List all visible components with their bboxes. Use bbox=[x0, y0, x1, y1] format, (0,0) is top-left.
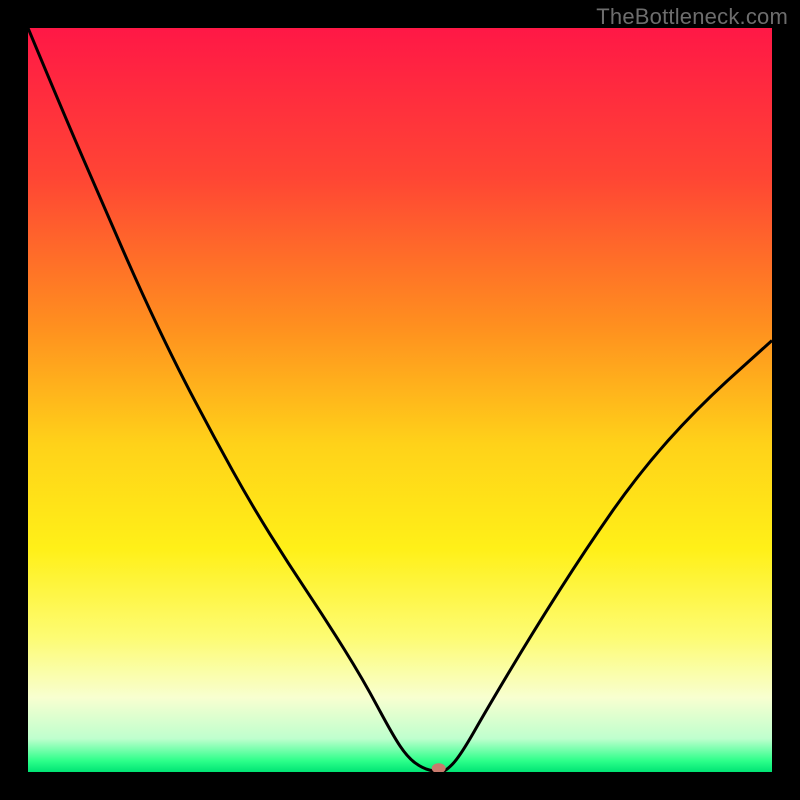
bottleneck-curve bbox=[28, 28, 772, 772]
watermark-label: TheBottleneck.com bbox=[596, 4, 788, 30]
optimal-point-marker bbox=[432, 763, 446, 772]
chart-frame: TheBottleneck.com bbox=[0, 0, 800, 800]
bottleneck-curve-layer bbox=[28, 28, 772, 772]
plot-area bbox=[28, 28, 772, 772]
